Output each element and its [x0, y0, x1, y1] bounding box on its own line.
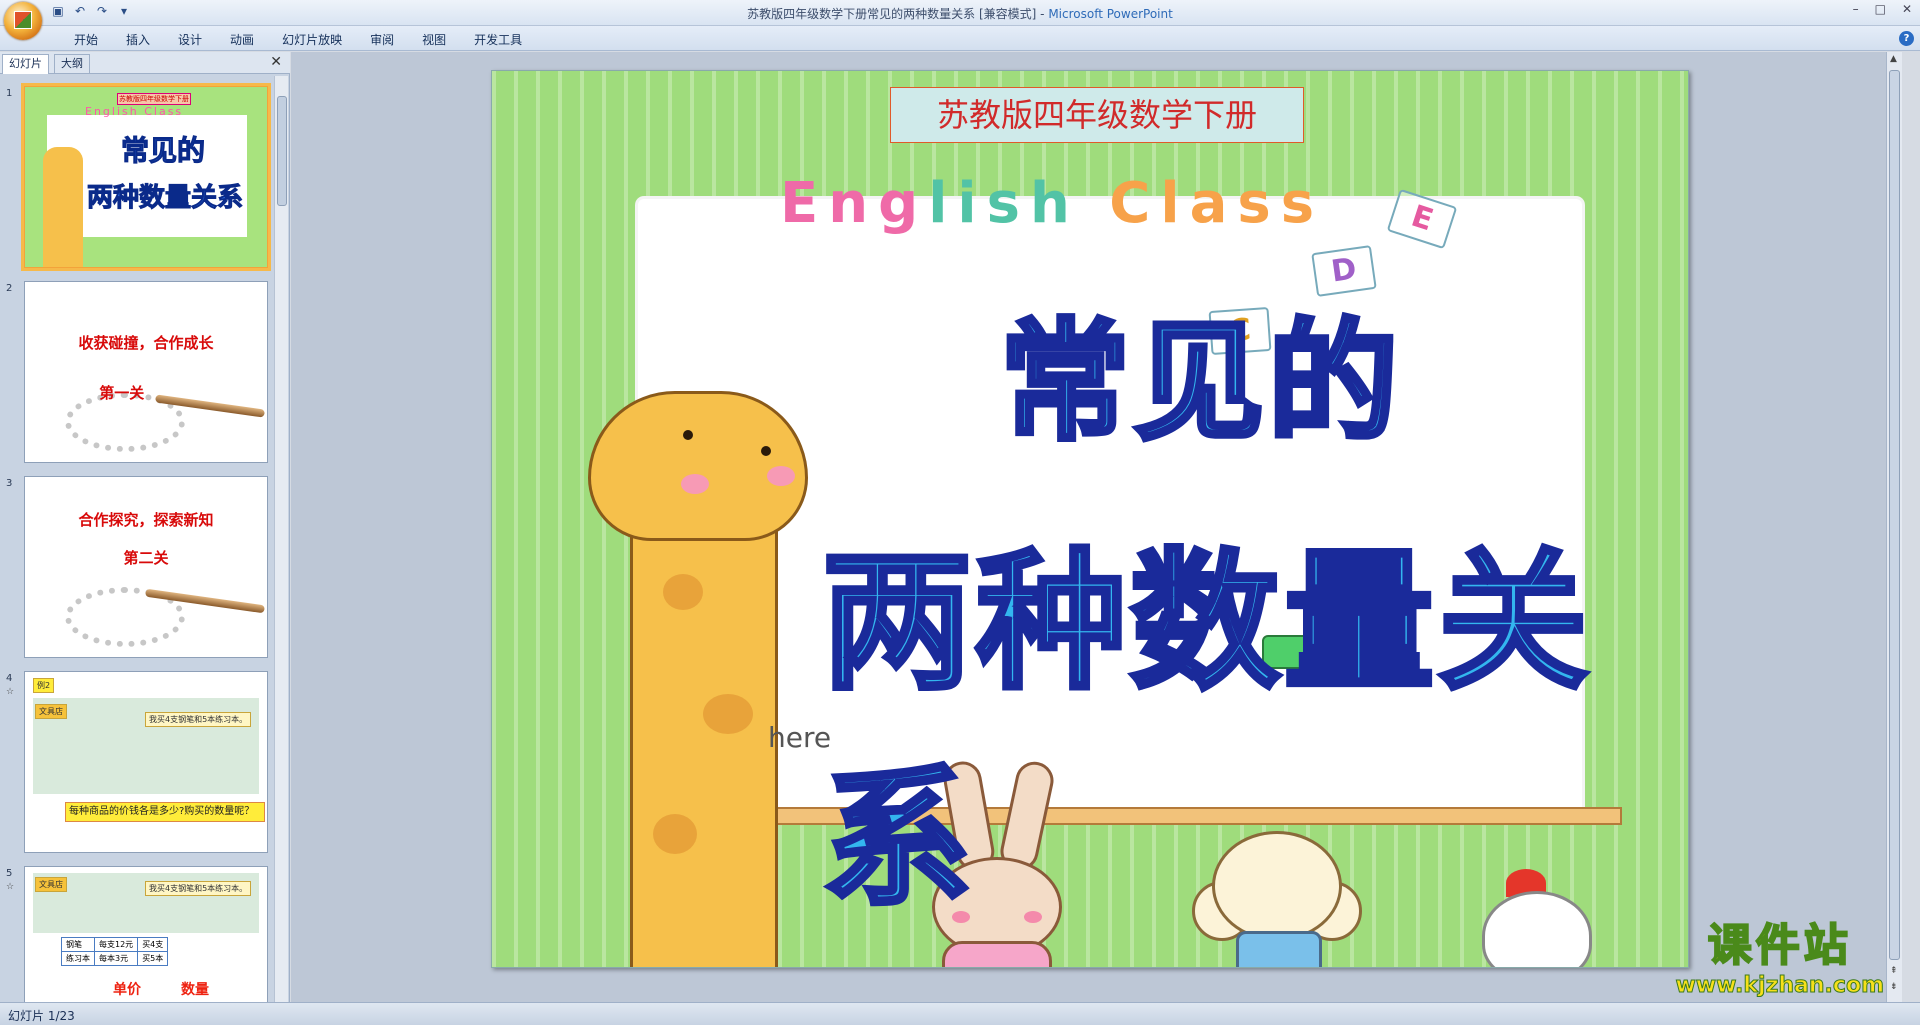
slide-number: 1	[6, 88, 13, 99]
price-table: 钢笔 每支12元 买4支 练习本 每本3元 买5本	[61, 937, 169, 966]
watermark-name: 课件站	[1707, 919, 1852, 972]
example-tag: 例2	[33, 678, 55, 693]
thumb-title-1: 常见的	[120, 134, 206, 168]
scrollbar-thumb[interactable]	[1889, 70, 1900, 960]
slide-thumbnail[interactable]: 苏教版四年级数学下册 English Class 常见的 两种数量关系	[21, 83, 271, 271]
close-icon[interactable]: ✕	[270, 54, 282, 70]
watermark-url: www.kjzhan.com	[1675, 973, 1885, 999]
giraffe-eye	[761, 446, 771, 456]
current-slide[interactable]: English Class E D C here 苏教版四年级数学下册 常见的 …	[491, 70, 1689, 968]
slide-number: 2	[6, 283, 13, 294]
table-cell: 每支12元	[93, 937, 139, 952]
ribbon-tabs: 开始 插入 设计 动画 幻灯片放映 审阅 视图 开发工具 ?	[0, 26, 1920, 51]
animation-star-icon: ☆	[6, 687, 15, 697]
thumb-english: English Class	[85, 105, 184, 118]
status-bar: 幻灯片 1/23	[0, 1002, 1920, 1025]
slide-number: 4	[6, 673, 13, 684]
app-name: Microsoft PowerPoint	[1048, 7, 1173, 21]
shop-sign: 文具店	[35, 877, 67, 892]
giraffe-spot	[703, 694, 753, 734]
thumbnails-scrollbar[interactable]	[274, 76, 288, 1002]
document-title: 苏教版四年级数学下册常见的两种数量关系 [兼容模式]	[747, 7, 1037, 21]
thumb-tag: 苏教版四年级数学下册	[117, 93, 191, 105]
giraffe-cheek	[767, 466, 795, 486]
english-part-1: Eng	[780, 171, 929, 236]
slide-thumbnails: 1 苏教版四年级数学下册 English Class 常见的 两种数量关系 2 …	[0, 76, 272, 1002]
slide-title-line-1[interactable]: 常见的	[997, 277, 1402, 465]
help-icon[interactable]: ?	[1899, 31, 1914, 46]
table-cell: 买4支	[137, 937, 169, 952]
thumb-title: 收获碰撞，合作成长	[78, 334, 214, 352]
tab-animations[interactable]: 动画	[216, 31, 268, 48]
animation-star-icon: ☆	[6, 882, 15, 892]
table-cell: 买5本	[137, 951, 169, 966]
scrollbar-thumb[interactable]	[277, 96, 287, 206]
english-part-3: Class	[1079, 171, 1325, 236]
shop-sign: 文具店	[35, 704, 67, 719]
editor-scrollbar[interactable]: ▲ ⇞ ⇟	[1886, 52, 1902, 1002]
speech-bubble: 我买4支钢笔和5本练习本。	[145, 712, 252, 727]
window-controls: – □ ✕	[1853, 2, 1912, 16]
slide-thumbnail[interactable]: 合作探究，探索新知 第二关	[24, 476, 268, 658]
english-part-2: lish	[928, 171, 1080, 236]
title-separator: -	[1036, 7, 1049, 21]
office-button[interactable]	[4, 2, 42, 40]
tab-insert[interactable]: 插入	[112, 31, 164, 48]
thumb-subtitle: 第二关	[123, 549, 169, 567]
giraffe-head	[588, 391, 808, 541]
tab-outline[interactable]: 大纲	[54, 54, 90, 74]
slide-title-line-2[interactable]: 两种数量关系	[820, 501, 1688, 935]
table-cell: 钢笔	[61, 937, 95, 952]
next-slide-icon[interactable]: ⇟	[1890, 982, 1898, 992]
slide-thumbnail[interactable]: 文具店 我买4支钢笔和5本练习本。 钢笔 每支12元 买4支 练习本 每本3元 …	[24, 866, 268, 1002]
table-row: 练习本 每本3元 买5本	[61, 951, 169, 966]
giraffe-spot	[663, 574, 703, 610]
english-class-heading: English Class	[780, 171, 1324, 236]
scroll-up-icon[interactable]: ▲	[1890, 54, 1897, 64]
table-cell: 练习本	[61, 951, 95, 966]
slides-panel: 幻灯片 大纲 ✕ 1 苏教版四年级数学下册 English Class 常见的 …	[0, 52, 290, 1002]
previous-slide-icon[interactable]: ⇞	[1890, 966, 1898, 976]
tab-design[interactable]: 设计	[164, 31, 216, 48]
tab-slides[interactable]: 幻灯片	[2, 54, 49, 74]
slide-thumbnail[interactable]: 收获碰撞，合作成长 第一关	[24, 281, 268, 463]
quantity-label: 数量	[181, 982, 209, 998]
slide-number: 5	[6, 868, 13, 879]
tab-review[interactable]: 审阅	[356, 31, 408, 48]
maximize-button[interactable]: □	[1875, 2, 1886, 16]
slide-tag-textbox[interactable]: 苏教版四年级数学下册	[890, 87, 1304, 143]
window-title: 苏教版四年级数学下册常见的两种数量关系 [兼容模式] - Microsoft P…	[0, 5, 1920, 22]
tab-slideshow[interactable]: 幻灯片放映	[268, 31, 356, 48]
minimize-button[interactable]: –	[1853, 2, 1859, 16]
slide-number: 3	[6, 478, 13, 489]
thumb-title-2: 两种数量关系	[86, 183, 244, 214]
speech-bubble: 我买4支钢笔和5本练习本。	[145, 881, 252, 896]
unit-price-label: 单价	[113, 982, 141, 998]
giraffe-cheek	[681, 474, 709, 494]
thumb-title: 合作探究，探索新知	[78, 511, 214, 529]
table-cell: 每本3元	[93, 951, 139, 966]
title-bar: ▣ ↶ ↷ ▾ 苏教版四年级数学下册常见的两种数量关系 [兼容模式] - Mic…	[0, 0, 1920, 40]
slide-editor: English Class E D C here 苏教版四年级数学下册 常见的 …	[291, 52, 1902, 1002]
slide-counter: 幻灯片 1/23	[8, 1009, 75, 1023]
slide-thumbnail[interactable]: 例2 文具店 我买4支钢笔和5本练习本。 每种商品的价钱各是多少?购买的数量呢？	[24, 671, 268, 853]
site-watermark: 课件站 www.kjzhan.com	[1675, 909, 1885, 999]
giraffe-spot	[653, 814, 697, 854]
question-banner: 每种商品的价钱各是多少?购买的数量呢？	[65, 802, 265, 822]
tab-view[interactable]: 视图	[408, 31, 460, 48]
mouse-shirt	[1236, 931, 1322, 967]
office-logo-icon	[14, 11, 32, 29]
tab-developer[interactable]: 开发工具	[460, 31, 536, 48]
close-button[interactable]: ✕	[1902, 2, 1912, 16]
thumb-subtitle: 第一关	[99, 384, 145, 402]
giraffe-eye	[683, 430, 693, 440]
giraffe-image	[43, 147, 83, 267]
table-row: 钢笔 每支12元 买4支	[61, 937, 169, 952]
panel-tabs: 幻灯片 大纲 ✕	[0, 52, 290, 74]
rabbit-dress	[942, 941, 1052, 967]
tab-home[interactable]: 开始	[60, 31, 112, 48]
